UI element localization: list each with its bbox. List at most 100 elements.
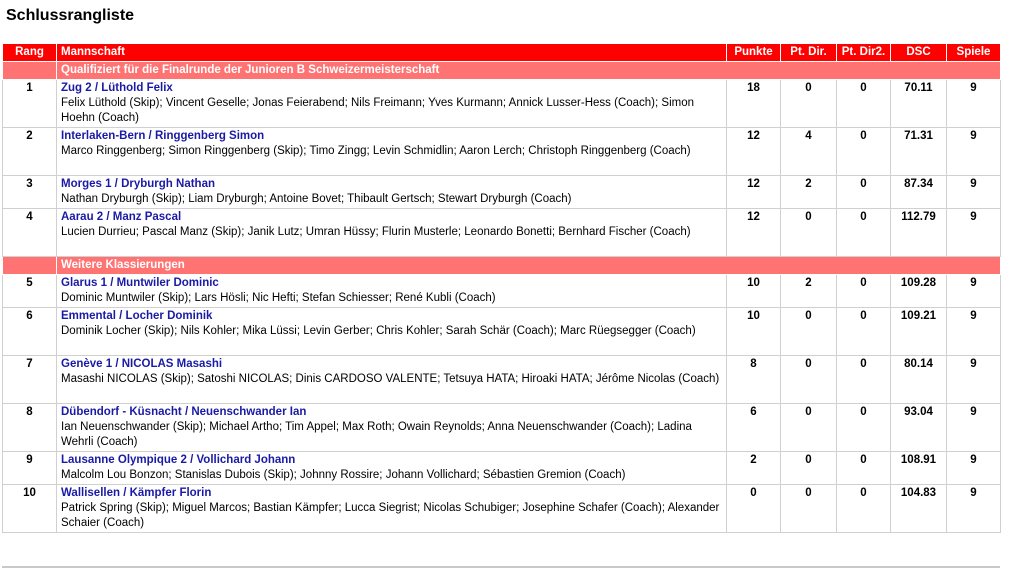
- points-cell: 2: [726, 451, 781, 485]
- dsc-cell: 93.04: [890, 403, 947, 452]
- table-row: 10 Wallisellen / Kämpfer Florin Patrick Sp…: [2, 484, 1001, 533]
- table-row: 5 Glarus 1 / Muntwiler Dominic Dominic Mun…: [2, 274, 1001, 308]
- rank-cell: 4: [2, 208, 57, 257]
- team-cell: Wallisellen / Kämpfer Florin Patrick Spri…: [56, 484, 727, 533]
- table-row: 4 Aarau 2 / Manz Pascal Lucien Durrieu; Pa…: [2, 208, 1001, 257]
- team-link[interactable]: Zug 2 / Lüthold Felix: [61, 81, 722, 96]
- section-header-spacer: [2, 256, 57, 275]
- section-header-row: Weitere Klassierungen: [2, 256, 1001, 275]
- rank-cell: 6: [2, 307, 57, 356]
- dsc-cell: 87.34: [890, 175, 947, 209]
- team-link[interactable]: Genève 1 / NICOLAS Masashi: [61, 357, 722, 372]
- points-cell: 12: [726, 208, 781, 257]
- team-players: Nathan Dryburgh (Skip); Liam Dryburgh; A…: [61, 193, 572, 205]
- games-cell: 9: [946, 208, 1001, 257]
- table-row: 8 Dübendorf - Küsnacht / Neuenschwander I…: [2, 403, 1001, 452]
- points-cell: 12: [726, 175, 781, 209]
- points-cell: 6: [726, 403, 781, 452]
- section-header-spacer: [2, 61, 57, 80]
- pt-dir-cell: 0: [780, 355, 837, 404]
- team-cell: Genève 1 / NICOLAS Masashi Masashi NICOLA…: [56, 355, 727, 404]
- pt-dir2-cell: 0: [836, 127, 891, 176]
- table-row: 1 Zug 2 / Lüthold Felix Felix Lüthold (Ski…: [2, 79, 1001, 128]
- dsc-cell: 109.28: [890, 274, 947, 308]
- ranking-body: Qualifiziert für die Finalrunde der Juni…: [2, 61, 1001, 533]
- rank-cell: 8: [2, 403, 57, 452]
- pt-dir2-cell: 0: [836, 175, 891, 209]
- table-row: 9 Lausanne Olympique 2 / Vollichard Johan…: [2, 451, 1001, 485]
- team-link[interactable]: Wallisellen / Kämpfer Florin: [61, 486, 722, 501]
- pt-dir-cell: 0: [780, 79, 837, 128]
- team-link[interactable]: Interlaken-Bern / Ringgenberg Simon: [61, 129, 722, 144]
- page-title: Schlussrangliste: [6, 7, 135, 24]
- rank-cell: 9: [2, 451, 57, 485]
- rank-cell: 10: [2, 484, 57, 533]
- rank-cell: 1: [2, 79, 57, 128]
- dsc-cell: 108.91: [890, 451, 947, 485]
- team-cell: Morges 1 / Dryburgh Nathan Nathan Dryburg…: [56, 175, 727, 209]
- team-players: Felix Lüthold (Skip); Vincent Geselle; J…: [61, 97, 694, 124]
- games-cell: 9: [946, 451, 1001, 485]
- team-players: Dominic Muntwiler (Skip); Lars Hösli; Ni…: [61, 292, 496, 304]
- column-header-points: Punkte: [726, 43, 781, 62]
- pt-dir2-cell: 0: [836, 208, 891, 257]
- games-cell: 9: [946, 484, 1001, 533]
- points-cell: 10: [726, 274, 781, 308]
- team-cell: Emmental / Locher Dominik Dominik Locher …: [56, 307, 727, 356]
- team-link[interactable]: Aarau 2 / Manz Pascal: [61, 210, 722, 225]
- section-title: Weitere Klassierungen: [56, 256, 1001, 275]
- column-header-team: Mannschaft: [56, 43, 727, 62]
- column-header-dsc: DSC: [890, 43, 947, 62]
- games-cell: 9: [946, 175, 1001, 209]
- table-row: 6 Emmental / Locher Dominik Dominik Locher…: [2, 307, 1001, 356]
- rank-cell: 3: [2, 175, 57, 209]
- games-cell: 9: [946, 274, 1001, 308]
- column-header-pt-dir: Pt. Dir.: [780, 43, 837, 62]
- section-header-row: Qualifiziert für die Finalrunde der Juni…: [2, 61, 1001, 80]
- pt-dir-cell: 2: [780, 274, 837, 308]
- team-cell: Zug 2 / Lüthold Felix Felix Lüthold (Skip…: [56, 79, 727, 128]
- rank-cell: 5: [2, 274, 57, 308]
- team-players: Masashi NICOLAS (Skip); Satoshi NICOLAS;…: [61, 373, 720, 385]
- pt-dir-cell: 2: [780, 175, 837, 209]
- pt-dir2-cell: 0: [836, 355, 891, 404]
- team-link[interactable]: Emmental / Locher Dominik: [61, 309, 722, 324]
- section-title: Qualifiziert für die Finalrunde der Juni…: [56, 61, 1001, 80]
- team-players: Marco Ringgenberg; Simon Ringgenberg (Sk…: [61, 145, 691, 157]
- table-row: 3 Morges 1 / Dryburgh Nathan Nathan Drybur…: [2, 175, 1001, 209]
- team-cell: Lausanne Olympique 2 / Vollichard Johann…: [56, 451, 727, 485]
- pt-dir2-cell: 0: [836, 274, 891, 308]
- bottom-divider: [2, 566, 1000, 568]
- team-players: Malcolm Lou Bonzon; Stanislas Dubois (Sk…: [61, 469, 626, 481]
- column-header-games: Spiele: [946, 43, 1001, 62]
- dsc-cell: 80.14: [890, 355, 947, 404]
- team-players: Lucien Durrieu; Pascal Manz (Skip); Jani…: [61, 226, 691, 238]
- ranking-table: Rang Mannschaft Punkte Pt. Dir. Pt. Dir2…: [2, 43, 1001, 533]
- team-players: Dominik Locher (Skip); Nils Kohler; Mika…: [61, 325, 696, 337]
- rank-cell: 2: [2, 127, 57, 176]
- points-cell: 0: [726, 484, 781, 533]
- games-cell: 9: [946, 307, 1001, 356]
- points-cell: 8: [726, 355, 781, 404]
- team-cell: Glarus 1 / Muntwiler Dominic Dominic Munt…: [56, 274, 727, 308]
- dsc-cell: 70.11: [890, 79, 947, 128]
- dsc-cell: 104.83: [890, 484, 947, 533]
- team-cell: Aarau 2 / Manz Pascal Lucien Durrieu; Pas…: [56, 208, 727, 257]
- team-players: Ian Neuenschwander (Skip); Michael Artho…: [61, 421, 692, 448]
- team-link[interactable]: Morges 1 / Dryburgh Nathan: [61, 177, 722, 192]
- team-link[interactable]: Dübendorf - Küsnacht / Neuenschwander Ia…: [61, 405, 722, 420]
- games-cell: 9: [946, 79, 1001, 128]
- pt-dir-cell: 4: [780, 127, 837, 176]
- games-cell: 9: [946, 403, 1001, 452]
- pt-dir2-cell: 0: [836, 307, 891, 356]
- team-link[interactable]: Lausanne Olympique 2 / Vollichard Johann: [61, 453, 722, 468]
- team-cell: Interlaken-Bern / Ringgenberg Simon Marco…: [56, 127, 727, 176]
- team-link[interactable]: Glarus 1 / Muntwiler Dominic: [61, 276, 722, 291]
- points-cell: 12: [726, 127, 781, 176]
- points-cell: 10: [726, 307, 781, 356]
- team-players: Patrick Spring (Skip); Miguel Marcos; Ba…: [61, 502, 720, 529]
- pt-dir2-cell: 0: [836, 451, 891, 485]
- pt-dir-cell: 0: [780, 403, 837, 452]
- games-cell: 9: [946, 355, 1001, 404]
- dsc-cell: 112.79: [890, 208, 947, 257]
